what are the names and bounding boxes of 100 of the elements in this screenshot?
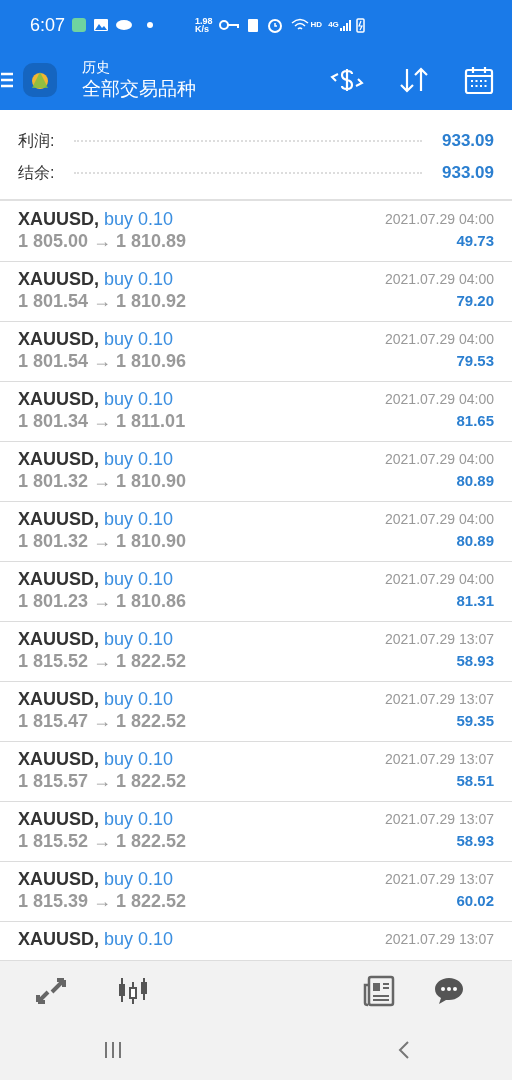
- signal-icon: [339, 19, 352, 31]
- deal-profit: 79.20: [456, 290, 494, 311]
- deal-prices: 1 801.34 → 1 811.01: [18, 409, 186, 433]
- symbol-label: XAUUSD,: [18, 207, 99, 231]
- deal-side: buy 0.10: [104, 207, 174, 231]
- symbol-label: XAUUSD,: [18, 627, 99, 651]
- symbol-label: XAUUSD,: [18, 687, 99, 711]
- symbol-label: XAUUSD,: [18, 267, 99, 291]
- deal-profit: 59.35: [456, 710, 494, 731]
- deal-profit: 80.89: [456, 470, 494, 491]
- deal-side: buy 0.10: [104, 267, 174, 291]
- deal-time: 2021.07.29 13:07: [385, 749, 494, 769]
- symbol-label: XAUUSD,: [18, 567, 99, 591]
- page-subtitle: 历史: [82, 58, 111, 76]
- net-unit: K/s: [195, 25, 210, 33]
- deal-side: buy 0.10: [104, 747, 174, 771]
- deal-row[interactable]: XAUUSD, buy 0.10 2021.07.29 13:07 1 815.52 → 1 822.52 58.93: [0, 622, 512, 682]
- hd-label: HD: [310, 19, 323, 31]
- deal-row[interactable]: XAUUSD, buy 0.10 2021.07.29 13:07 1 815.52 → 1 822.52 58.93: [0, 802, 512, 862]
- deal-side: buy 0.10: [104, 447, 174, 471]
- sort-icon[interactable]: [398, 67, 430, 93]
- symbol-label: XAUUSD,: [18, 747, 99, 771]
- deal-time: 2021.07.29 13:07: [385, 869, 494, 889]
- deal-row[interactable]: XAUUSD, buy 0.10 2021.07.29 04:00 1 801.34 → 1 811.01 81.65: [0, 382, 512, 442]
- symbol-label: XAUUSD,: [18, 867, 99, 891]
- deal-prices: 1 801.54 → 1 810.96: [18, 349, 187, 373]
- app-icon: [71, 17, 88, 33]
- alarm-icon: [266, 17, 283, 33]
- deal-side: buy 0.10: [104, 687, 174, 711]
- deal-side: buy 0.10: [104, 387, 174, 411]
- deal-prices: 1 815.52 → 1 822.52: [18, 649, 187, 673]
- deal-side: buy 0.10: [104, 927, 174, 951]
- deal-prices: 1 815.52 → 1 822.52: [18, 829, 187, 853]
- wifi-icon: [290, 18, 309, 32]
- news-icon[interactable]: [363, 974, 395, 1007]
- key-icon: [218, 20, 239, 30]
- deal-profit: 49.73: [456, 230, 494, 251]
- deal-prices: 1 815.39 → 1 822.52: [18, 889, 187, 913]
- app-logo-icon[interactable]: [22, 62, 58, 98]
- deal-prices: 1 805.00 → 1 810.89: [18, 229, 187, 253]
- symbol-label: XAUUSD,: [18, 807, 99, 831]
- arrows-icon[interactable]: [34, 975, 68, 1006]
- symbol-label: XAUUSD,: [18, 387, 99, 411]
- symbol-label: XAUUSD,: [18, 447, 99, 471]
- deal-row[interactable]: XAUUSD, buy 0.10 2021.07.29 04:00 1 801.23 → 1 810.86 81.31: [0, 562, 512, 622]
- deal-time: 2021.07.29 04:00: [385, 569, 494, 589]
- deal-side: buy 0.10: [104, 567, 174, 591]
- deal-row[interactable]: XAUUSD, buy 0.10 2021.07.29 13:07 1 815.47 → 1 822.52 59.35: [0, 682, 512, 742]
- deal-profit: 58.51: [456, 770, 494, 791]
- chat-icon[interactable]: [433, 975, 465, 1006]
- deal-profit: 60.02: [456, 890, 494, 911]
- deal-side: buy 0.10: [104, 327, 174, 351]
- image-icon: [93, 18, 110, 32]
- symbol-label: XAUUSD,: [18, 927, 99, 951]
- recent-apps-icon[interactable]: [104, 1041, 122, 1059]
- deal-profit: 81.31: [456, 590, 494, 611]
- deal-time: 2021.07.29 13:07: [385, 809, 494, 829]
- clock: 6:07: [30, 13, 66, 37]
- deal-time: 2021.07.29 13:07: [385, 629, 494, 649]
- deal-time: 2021.07.29 04:00: [385, 329, 494, 349]
- deal-side: buy 0.10: [104, 807, 174, 831]
- deal-row[interactable]: XAUUSD, buy 0.10 2021.07.29 04:00 1 805.00 → 1 810.89 49.73: [0, 202, 512, 262]
- deal-profit: 58.93: [456, 830, 494, 851]
- deal-profit: 58.93: [456, 650, 494, 671]
- dot-icon: [147, 22, 154, 28]
- deal-row[interactable]: XAUUSD, buy 0.10 2021.07.29 04:00 1 801.54 → 1 810.92 79.20: [0, 262, 512, 322]
- deal-side: buy 0.10: [104, 627, 174, 651]
- calendar-icon[interactable]: [464, 65, 494, 95]
- deal-time: 2021.07.29 04:00: [385, 209, 494, 229]
- deal-prices: 1 801.54 → 1 810.92: [18, 289, 187, 313]
- currency-exchange-icon[interactable]: [330, 66, 364, 94]
- deal-row[interactable]: XAUUSD, buy 0.10 2021.07.29 04:00 1 801.32 → 1 810.90 80.89: [0, 442, 512, 502]
- deal-time: 2021.07.29 04:00: [385, 269, 494, 289]
- deal-row[interactable]: XAUUSD, buy 0.10 2021.07.29 13:07 1 815.39 → 1 822.52 60.02: [0, 862, 512, 922]
- deal-profit: 81.65: [456, 410, 494, 431]
- summary-label: 结余:: [18, 163, 55, 183]
- deal-profit: 79.53: [456, 350, 494, 371]
- candlestick-icon[interactable]: [117, 975, 149, 1006]
- deal-prices: 1 801.32 → 1 810.90: [18, 529, 187, 553]
- summary-label: 利润:: [18, 131, 55, 151]
- back-icon[interactable]: [398, 1040, 410, 1060]
- symbol-label: XAUUSD,: [18, 327, 99, 351]
- deal-time: 2021.07.29 04:00: [385, 449, 494, 469]
- battery-icon: [355, 17, 365, 33]
- deal-time: 2021.07.29 04:00: [385, 389, 494, 409]
- deal-row[interactable]: XAUUSD, buy 0.10 2021.07.29 04:00 1 801.54 → 1 810.96 79.53: [0, 322, 512, 382]
- page-title: 全部交易品种: [82, 77, 196, 101]
- net-speed: 1.98: [195, 17, 213, 25]
- deal-prices: 1 801.32 → 1 810.90: [18, 469, 187, 493]
- deal-row[interactable]: XAUUSD, buy 0.10 2021.07.29 04:00 1 801.32 → 1 810.90 80.89: [0, 502, 512, 562]
- deal-row[interactable]: XAUUSD, buy 0.10 2021.07.29 13:07 1 815.57 → 1 822.52 58.51: [0, 742, 512, 802]
- menu-icon[interactable]: [1, 71, 13, 89]
- symbol-label: XAUUSD,: [18, 507, 99, 531]
- summary-value: 933.09: [442, 130, 494, 153]
- summary-value: 933.09: [442, 162, 494, 185]
- deal-time: 2021.07.29 13:07: [385, 689, 494, 709]
- deal-profit: 80.89: [456, 530, 494, 551]
- network-label: 4G: [328, 19, 339, 31]
- deal-time: 2021.07.29 13:07: [385, 929, 494, 949]
- deal-prices: 1 801.23 → 1 810.86: [18, 589, 187, 613]
